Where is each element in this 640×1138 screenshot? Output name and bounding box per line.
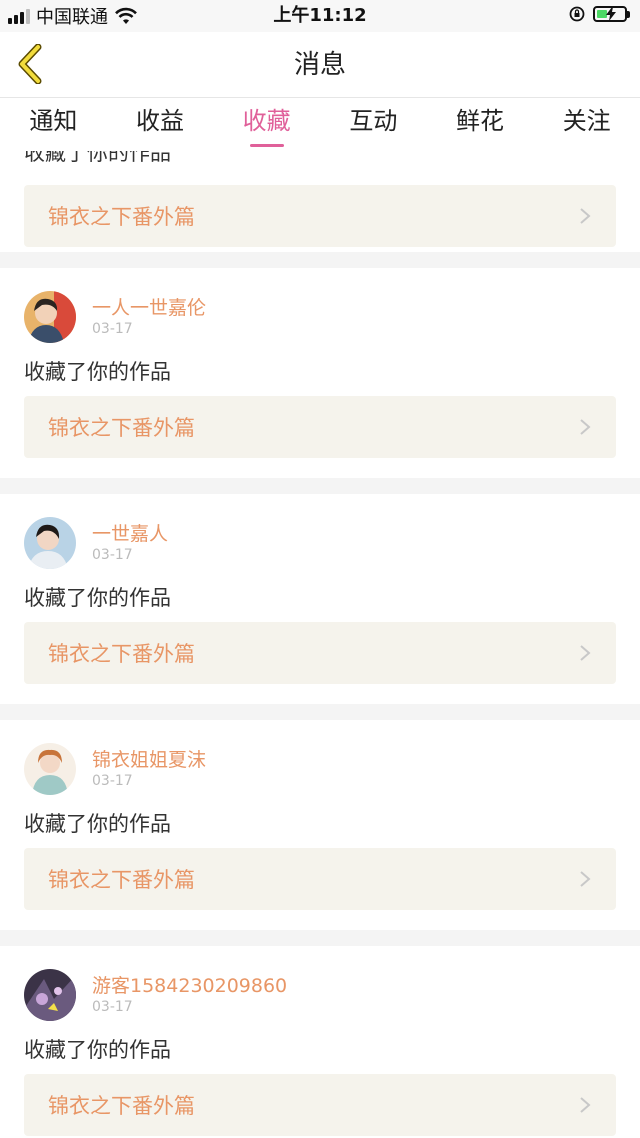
work-title: 锦衣之下番外篇 [48,416,195,440]
tab-follow[interactable]: 关注 [533,99,640,151]
username[interactable]: 锦衣姐姐夏沫 [92,749,206,771]
work-link[interactable]: 锦衣之下番外篇 [24,1074,616,1136]
work-link[interactable]: 锦衣之下番外篇 [24,185,616,247]
chevron-right-icon [580,871,591,887]
work-link[interactable]: 锦衣之下番外篇 [24,622,616,684]
avatar[interactable] [24,743,76,795]
work-title: 锦衣之下番外篇 [48,642,195,666]
notification-card: 一世嘉人 03-17 收藏了你的作品 锦衣之下番外篇 [0,494,640,704]
username[interactable]: 一世嘉人 [92,523,168,545]
work-title: 锦衣之下番外篇 [48,868,195,892]
action-text: 收藏了你的作品 [24,360,171,384]
chevron-right-icon [580,208,591,224]
page-title: 消息 [293,50,346,80]
action-text: 收藏了你的作品 [24,586,171,610]
tab-earnings[interactable]: 收益 [107,99,214,151]
date: 03-17 [92,999,133,1015]
tab-favorites[interactable]: 收藏 [213,99,320,151]
work-link[interactable]: 锦衣之下番外篇 [24,396,616,458]
work-title: 锦衣之下番外篇 [48,205,195,229]
status-bar: 中国联通 上午11:12 [0,0,640,32]
notification-card: 游客1584230209860 03-17 收藏了你的作品 锦衣之下番外篇 [0,946,640,1138]
action-text: 收藏了你的作品 [24,151,171,165]
chevron-right-icon [580,645,591,661]
notification-list: 收藏了你的作品 锦衣之下番外篇 一人一世嘉伦 03-17 收藏了你的作品 锦衣之… [0,151,640,1138]
notification-card: 收藏了你的作品 锦衣之下番外篇 [0,151,640,252]
chevron-right-icon [580,419,591,435]
action-text: 收藏了你的作品 [24,812,171,836]
user-row: 锦衣姐姐夏沫 03-17 [24,720,616,796]
status-right [569,6,630,22]
notification-card: 锦衣姐姐夏沫 03-17 收藏了你的作品 锦衣之下番外篇 [0,720,640,930]
date: 03-17 [92,321,133,337]
work-link[interactable]: 锦衣之下番外篇 [24,848,616,910]
tab-bar: 通知 收益 收藏 互动 鲜花 关注 [0,99,640,151]
rotation-lock-icon [569,6,585,22]
battery-icon [593,6,630,22]
date: 03-17 [92,773,133,789]
tab-interaction[interactable]: 互动 [320,99,427,151]
username[interactable]: 一人一世嘉伦 [92,297,206,319]
action-text: 收藏了你的作品 [24,1038,171,1062]
notification-card: 一人一世嘉伦 03-17 收藏了你的作品 锦衣之下番外篇 [0,268,640,478]
user-row: 一人一世嘉伦 03-17 [24,268,616,344]
work-title: 锦衣之下番外篇 [48,1094,195,1118]
username[interactable]: 游客1584230209860 [92,975,287,997]
tab-flowers[interactable]: 鲜花 [427,99,534,151]
nav-bar: 消息 [0,32,640,98]
chevron-right-icon [580,1097,591,1113]
user-row: 一世嘉人 03-17 [24,494,616,570]
avatar[interactable] [24,291,76,343]
date: 03-17 [92,547,133,563]
user-row: 游客1584230209860 03-17 [24,946,616,1022]
avatar[interactable] [24,969,76,1021]
tab-notice[interactable]: 通知 [0,99,107,151]
status-time: 上午11:12 [273,5,367,26]
avatar[interactable] [24,517,76,569]
